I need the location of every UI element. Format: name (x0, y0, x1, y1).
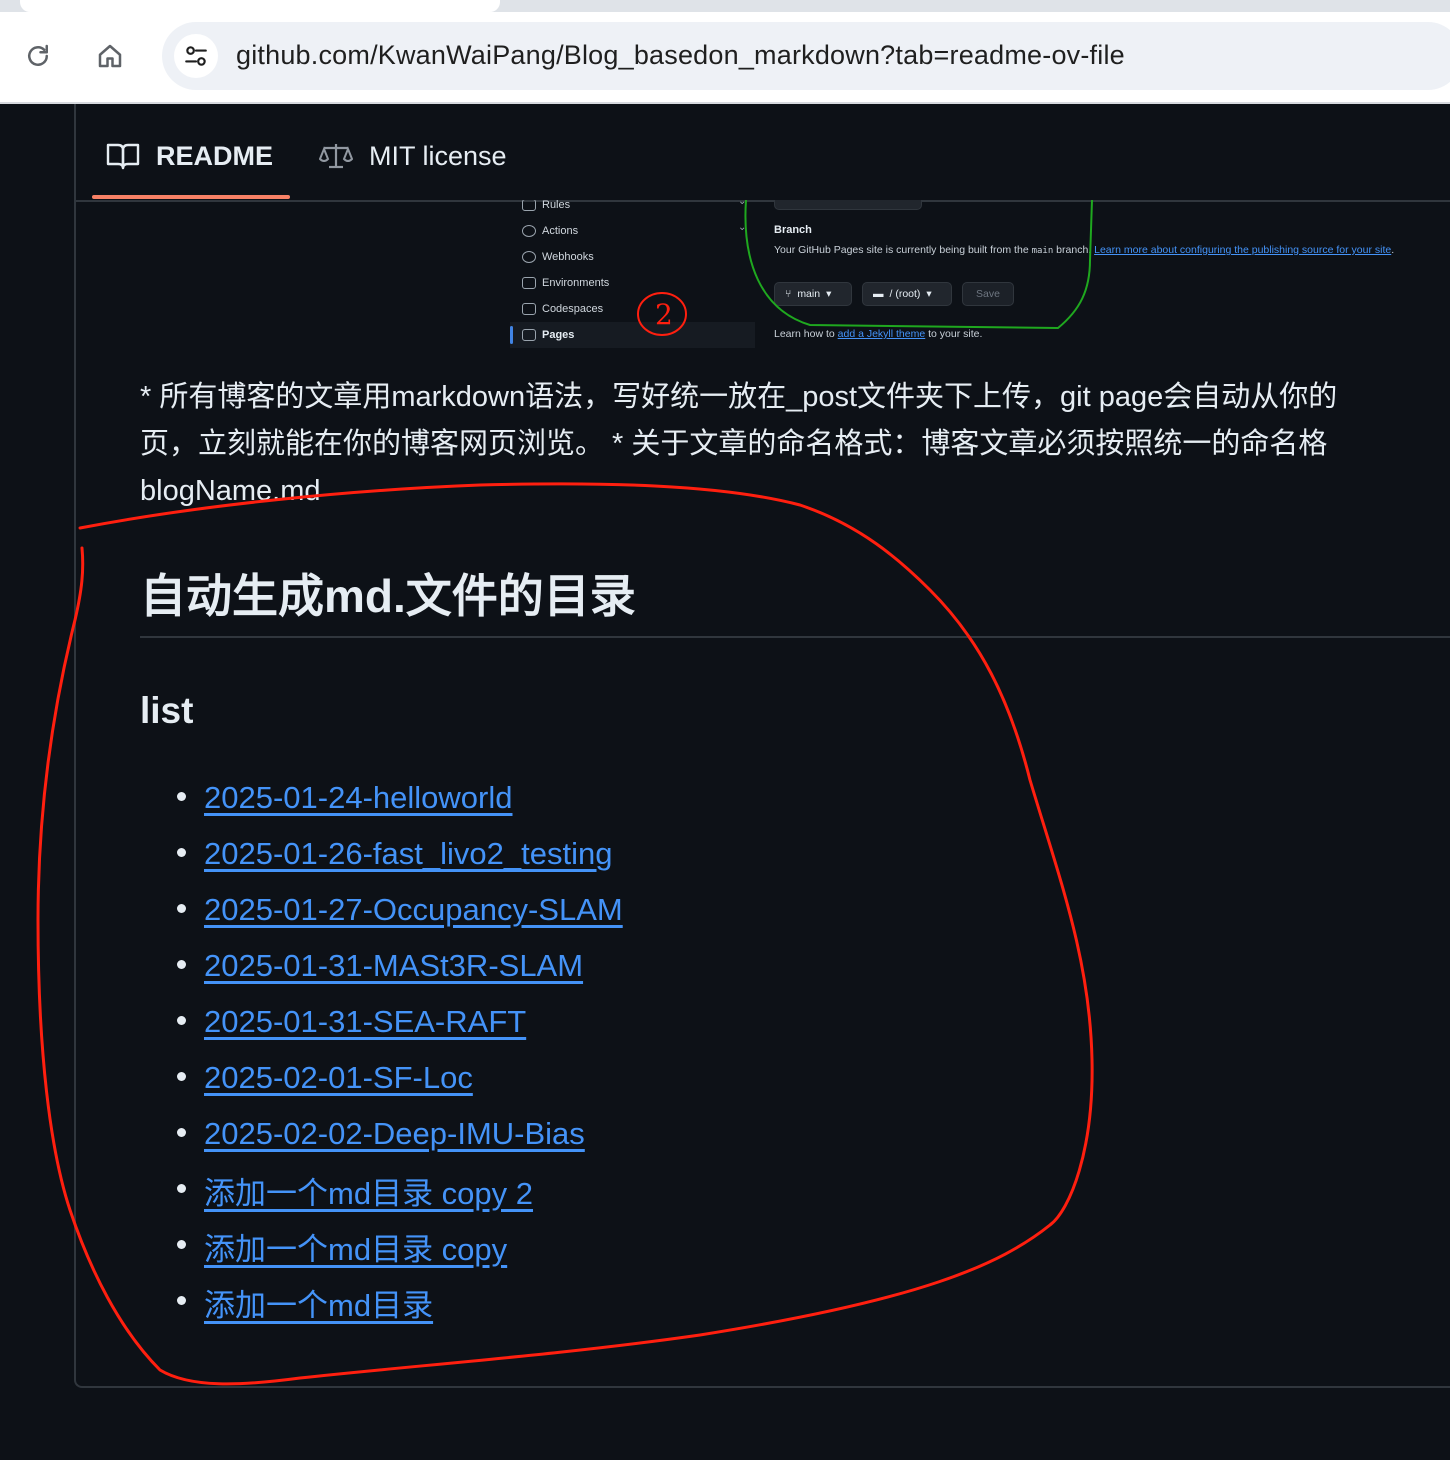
paragraph-line: 页，立刻就能在你的博客网页浏览。 * 关于文章的命名格式：博客文章必须按照统一的… (140, 428, 1328, 460)
list-item: 2025-01-24-helloworld (140, 770, 623, 826)
post-link[interactable]: 添加一个md目录 (204, 1280, 433, 1325)
readme-tabs: README MIT license (76, 104, 1450, 202)
list-item: 2025-02-02-Deep-IMU-Bias (140, 1106, 623, 1162)
bullet (177, 1016, 186, 1025)
tab-license-label: MIT license (369, 140, 507, 171)
url-text[interactable]: github.com/KwanWaiPang/Blog_basedon_mark… (236, 40, 1125, 71)
heading-divider (140, 636, 1450, 638)
bullet (177, 1296, 186, 1305)
active-tab-indicator (92, 195, 290, 199)
bullet (177, 1240, 186, 1249)
list-item: 2025-01-26-fast_livo2_testing (140, 826, 623, 882)
home-button[interactable] (88, 34, 132, 78)
post-link[interactable]: 2025-01-31-MASt3R-SLAM (204, 948, 583, 984)
home-icon (98, 44, 122, 68)
bullet (177, 1072, 186, 1081)
post-list: 2025-01-24-helloworld 2025-01-26-fast_li… (140, 770, 623, 1330)
bullet (177, 848, 186, 857)
list-item: 2025-01-31-MASt3R-SLAM (140, 938, 623, 994)
reload-icon (28, 44, 48, 66)
post-link[interactable]: 2025-02-02-Deep-IMU-Bias (204, 1116, 585, 1152)
tab-license[interactable]: MIT license (319, 134, 507, 178)
list-item: 2025-01-27-Occupancy-SLAM (140, 882, 623, 938)
post-link[interactable]: 2025-02-01-SF-Loc (204, 1060, 473, 1096)
tab-readme-label: README (156, 140, 274, 171)
tab-strip (0, 0, 1450, 12)
paragraph-line: blogName.md (140, 475, 321, 507)
post-link[interactable]: 2025-01-31-SEA-RAFT (204, 1004, 526, 1040)
paragraph-line: * 所有博客的文章用markdown语法，写好统一放在_post文件夹下上传，g… (140, 381, 1338, 413)
post-link[interactable]: 添加一个md目录 copy (204, 1224, 507, 1269)
list-item: 添加一个md目录 copy (140, 1218, 623, 1274)
embedded-settings-screenshot: Rules Actions Webhooks Environments Code… (510, 200, 1450, 350)
address-bar[interactable]: github.com/KwanWaiPang/Blog_basedon_mark… (162, 22, 1450, 90)
law-scale-icon (319, 141, 353, 171)
bullet (177, 1184, 186, 1193)
list-item: 添加一个md目录 (140, 1274, 623, 1330)
bullet (177, 960, 186, 969)
book-icon (106, 141, 140, 171)
intro-paragraph: * 所有博客的文章用markdown语法，写好统一放在_post文件夹下上传，g… (140, 374, 1450, 515)
annotation-number: 2 (655, 298, 673, 331)
post-link[interactable]: 2025-01-27-Occupancy-SLAM (204, 892, 623, 928)
list-item: 添加一个md目录 copy 2 (140, 1162, 623, 1218)
bullet (177, 792, 186, 801)
bullet (177, 904, 186, 913)
tab-readme[interactable]: README (106, 134, 273, 178)
browser-tab[interactable] (20, 0, 500, 12)
toc-heading: 自动生成md.文件的目录 (140, 570, 636, 622)
post-link[interactable]: 2025-01-26-fast_livo2_testing (204, 836, 612, 872)
list-item: 2025-02-01-SF-Loc (140, 1050, 623, 1106)
bullet (177, 1128, 186, 1137)
list-item: 2025-01-31-SEA-RAFT (140, 994, 623, 1050)
list-heading: list (140, 690, 194, 731)
post-link[interactable]: 添加一个md目录 copy 2 (204, 1168, 533, 1213)
tune-icon (185, 46, 207, 66)
site-info-button[interactable] (174, 34, 218, 78)
post-link[interactable]: 2025-01-24-helloworld (204, 780, 512, 816)
reload-button[interactable] (16, 34, 60, 78)
browser-toolbar: github.com/KwanWaiPang/Blog_basedon_mark… (0, 0, 1450, 104)
